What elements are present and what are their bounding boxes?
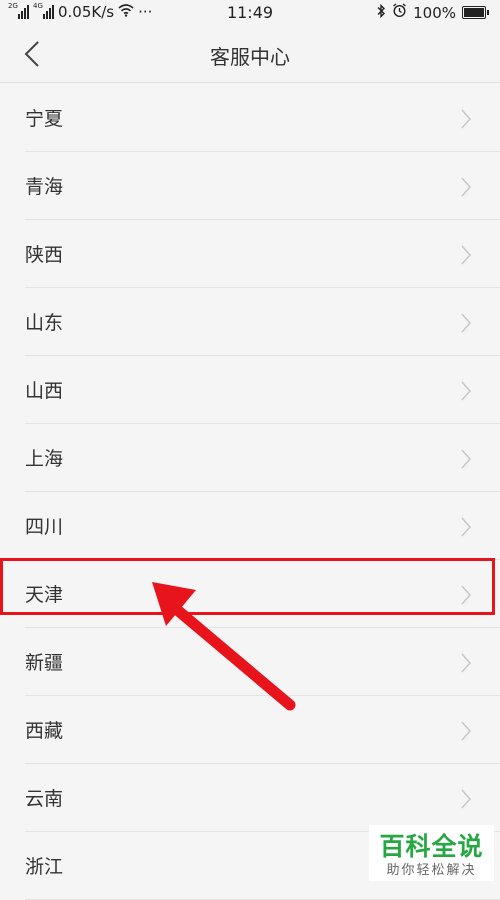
list-item-label: 四川 (25, 516, 64, 538)
list-item-label: 上海 (25, 448, 64, 470)
list-item-label: 西藏 (25, 720, 64, 742)
list-item-label: 新疆 (25, 652, 64, 674)
watermark: 百科全说 助你轻松解决 (369, 825, 494, 881)
status-right: 100% (376, 3, 489, 22)
chevron-right-icon (461, 381, 471, 401)
nav-bar: 客服中心 (0, 26, 500, 83)
bluetooth-icon (376, 3, 386, 22)
page-title: 客服中心 (210, 45, 290, 69)
region-list: 宁夏 青海 陕西 山东 山西 上海 四川 天津 新疆 西藏 云南 浙江 (0, 84, 500, 900)
chevron-right-icon (461, 721, 471, 741)
list-item[interactable]: 山东 (25, 288, 500, 356)
chevron-right-icon (461, 449, 471, 469)
list-item[interactable]: 西藏 (25, 696, 500, 764)
list-item-label: 山西 (25, 380, 64, 402)
chevron-right-icon (461, 177, 471, 197)
chevron-right-icon (461, 245, 471, 265)
list-item[interactable]: 云南 (25, 764, 500, 832)
list-item-label: 宁夏 (25, 108, 64, 130)
list-item-label: 陕西 (25, 244, 64, 266)
battery-percent: 100% (413, 3, 456, 22)
status-bar: 2G 4G 0.05K/s ··· 11:49 100% (0, 0, 500, 26)
chevron-right-icon (461, 313, 471, 333)
list-item[interactable]: 青海 (25, 152, 500, 220)
watermark-title: 百科全说 (379, 832, 484, 861)
list-item-label: 浙江 (25, 856, 64, 878)
chevron-right-icon (461, 653, 471, 673)
list-item-label: 云南 (25, 788, 64, 810)
battery-icon (462, 6, 489, 19)
list-item[interactable]: 新疆 (25, 628, 500, 696)
chevron-right-icon (461, 789, 471, 809)
list-item[interactable]: 上海 (25, 424, 500, 492)
chevron-right-icon (461, 517, 471, 537)
list-item[interactable]: 宁夏 (25, 84, 500, 152)
list-item-label: 山东 (25, 312, 64, 334)
highlight-box (0, 558, 495, 615)
alarm-icon (392, 3, 407, 22)
list-item[interactable]: 四川 (25, 492, 500, 560)
watermark-subtitle: 助你轻松解决 (386, 863, 477, 878)
list-item[interactable]: 山西 (25, 356, 500, 424)
chevron-right-icon (461, 109, 471, 129)
list-item[interactable]: 陕西 (25, 220, 500, 288)
list-item-label: 青海 (25, 176, 64, 198)
